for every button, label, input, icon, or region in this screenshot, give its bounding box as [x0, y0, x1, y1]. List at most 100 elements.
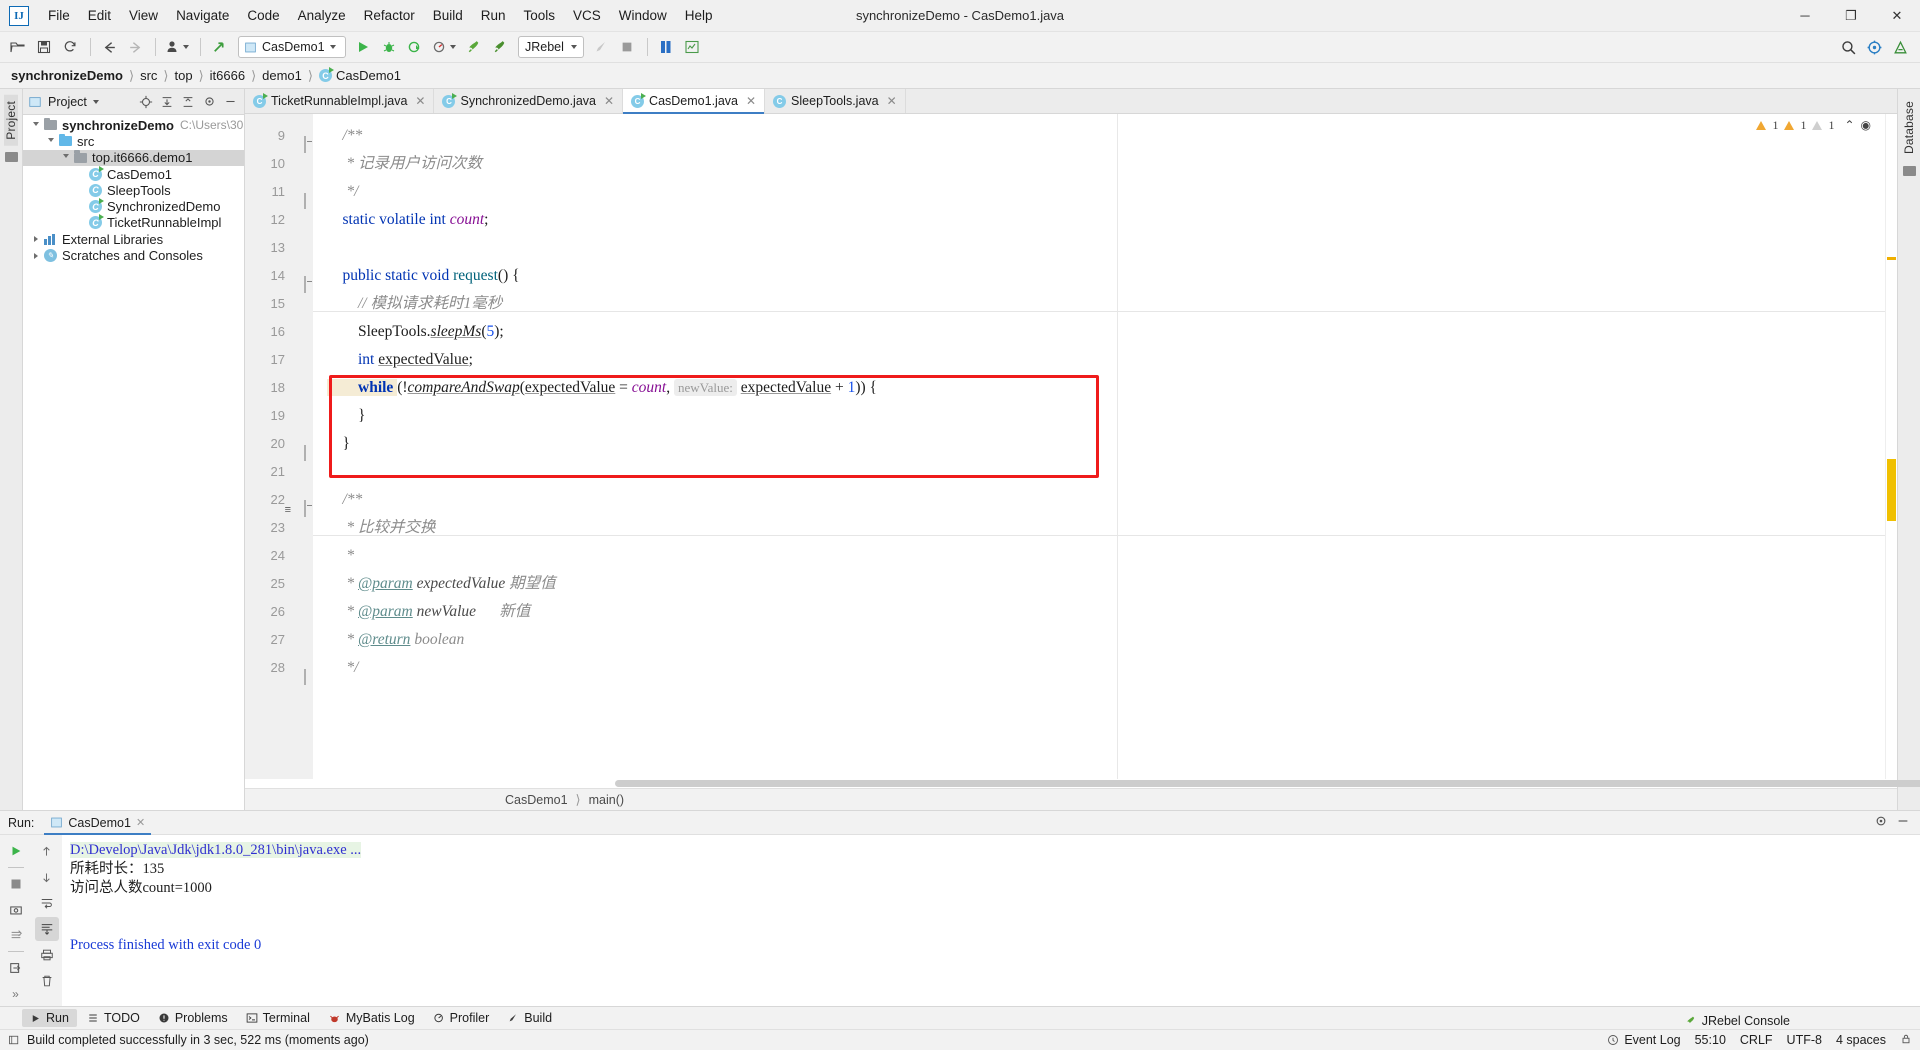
fold-icon-2[interactable]	[296, 271, 306, 293]
tree-item-package[interactable]: top.it6666.demo1	[23, 149, 244, 166]
run-configuration-selector[interactable]: CasDemo1	[238, 36, 346, 58]
sync-icon[interactable]	[58, 35, 82, 59]
tree-item-SynchronizedDemo[interactable]: C SynchronizedDemo	[23, 198, 244, 214]
stripe-marker-warning[interactable]	[1887, 257, 1896, 260]
close-icon-4[interactable]: ✕	[887, 94, 897, 108]
menu-run[interactable]: Run	[472, 4, 515, 27]
breadcrumb-item-src[interactable]: src	[137, 68, 160, 83]
close-icon-2[interactable]: ✕	[604, 94, 614, 108]
database-icon[interactable]	[654, 35, 678, 59]
tool-window-profiler[interactable]: Profiler	[425, 1009, 498, 1027]
indent-setting[interactable]: 4 spaces	[1836, 1033, 1886, 1047]
profile-run-icon[interactable]	[429, 35, 459, 59]
expand-all-icon[interactable]	[158, 93, 176, 111]
fold-end-icon[interactable]	[296, 187, 306, 209]
tree-item-TicketRunnableImpl[interactable]: C TicketRunnableImpl	[23, 214, 244, 231]
run-icon[interactable]	[351, 35, 375, 59]
tree-item-CasDemo1[interactable]: C CasDemo1	[23, 165, 244, 182]
tool-window-todo[interactable]: TODO	[79, 1009, 148, 1027]
tab-TicketRunnableImpl[interactable]: C TicketRunnableImpl.java ✕	[245, 89, 435, 113]
jrebel-run-icon[interactable]	[461, 35, 485, 59]
code-editor[interactable]: /** * 记录用户访问次数 */ static volatile int co…	[313, 114, 1885, 779]
console-output[interactable]: D:\Develop\Java\Jdk\jdk1.8.0_281\bin\jav…	[62, 835, 1920, 1006]
down-icon[interactable]	[35, 865, 59, 889]
tab-SleepTools[interactable]: C SleepTools.java ✕	[765, 89, 906, 113]
line-separator[interactable]: CRLF	[1740, 1033, 1773, 1047]
maximize-button[interactable]: ❐	[1828, 0, 1874, 32]
search-icon[interactable]	[1836, 35, 1860, 59]
settings-gear-icon[interactable]	[200, 93, 218, 111]
tree-item-SleepTools[interactable]: C SleepTools	[23, 182, 244, 198]
fold-icon-3[interactable]	[296, 495, 306, 517]
menu-build[interactable]: Build	[424, 4, 472, 27]
tree-item-synchronizeDemo[interactable]: synchronizeDemo C:\Users\30315\Dow	[23, 117, 244, 133]
print-icon[interactable]	[35, 943, 59, 967]
update-project-icon[interactable]	[207, 35, 231, 59]
locate-icon[interactable]	[137, 93, 155, 111]
profile-icon[interactable]	[162, 35, 192, 59]
breadcrumb-item-project[interactable]: synchronizeDemo	[8, 68, 126, 83]
build-icon[interactable]	[589, 35, 613, 59]
analyze-chart-icon[interactable]	[680, 35, 704, 59]
clear-all-icon[interactable]	[35, 969, 59, 993]
hide-panel-icon-run[interactable]	[1896, 814, 1910, 831]
jrebel-console-button[interactable]: JRebel Console	[1684, 1014, 1790, 1028]
close-icon-run-tab[interactable]: ✕	[136, 816, 145, 829]
tab-SynchronizedDemo[interactable]: C SynchronizedDemo.java ✕	[434, 89, 624, 113]
tool-window-problems[interactable]: Problems	[150, 1009, 236, 1027]
open-folder-icon[interactable]	[6, 35, 30, 59]
file-encoding[interactable]: UTF-8	[1787, 1033, 1822, 1047]
close-button[interactable]: ✕	[1874, 0, 1920, 32]
hide-panel-icon[interactable]	[221, 93, 239, 111]
expand-chevron-icon[interactable]	[29, 121, 43, 129]
fold-end-icon-3[interactable]	[296, 663, 306, 685]
tree-item-external-libraries[interactable]: External Libraries	[23, 231, 244, 247]
collapse-all-icon[interactable]	[179, 93, 197, 111]
tree-item-scratches[interactable]: ✎ Scratches and Consoles	[23, 247, 244, 263]
editor-gutter[interactable]: 9 10 11 12 13 14 15 16 17 18 19 20 21 22…	[245, 114, 313, 779]
caret-position[interactable]: 55:10	[1695, 1033, 1726, 1047]
event-log-button[interactable]: Event Log	[1607, 1033, 1681, 1047]
up-icon[interactable]	[35, 839, 59, 863]
scrollbar-thumb[interactable]	[615, 780, 1920, 787]
menu-code[interactable]: Code	[238, 4, 288, 27]
run-with-coverage-icon[interactable]	[403, 35, 427, 59]
notifications-icon[interactable]	[1888, 35, 1912, 59]
thread-dump-icon[interactable]	[4, 923, 28, 947]
close-icon[interactable]: ✕	[415, 94, 425, 108]
fold-icon[interactable]	[296, 131, 306, 153]
inspection-widget[interactable]: 1 1 1 ⌃ ◉	[1756, 118, 1871, 133]
collapse-chevron-icon-2[interactable]	[29, 252, 43, 259]
menu-view[interactable]: View	[120, 4, 167, 27]
back-icon[interactable]	[97, 35, 121, 59]
breadcrumb-class[interactable]: CasDemo1	[505, 793, 568, 807]
screenshot-icon[interactable]	[4, 898, 28, 922]
menu-tools[interactable]: Tools	[515, 4, 565, 27]
tab-CasDemo1[interactable]: C CasDemo1.java ✕	[623, 89, 766, 114]
forward-icon[interactable]	[123, 35, 147, 59]
chevron-up-icon[interactable]: ⌃	[1844, 118, 1854, 133]
error-stripe-marker-bar[interactable]	[1885, 114, 1897, 779]
expand-chevron-icon-2[interactable]	[44, 137, 58, 145]
tool-window-mybatis-log[interactable]: MyBatis Log	[320, 1009, 423, 1027]
menu-file[interactable]: File	[39, 4, 79, 27]
more-icon[interactable]: »	[4, 982, 28, 1006]
settings-gear-icon-run[interactable]	[1874, 814, 1888, 831]
lock-icon[interactable]	[1900, 1033, 1912, 1048]
editor-horizontal-scrollbar[interactable]	[245, 779, 1920, 788]
menu-help[interactable]: Help	[676, 4, 722, 27]
menu-navigate[interactable]: Navigate	[167, 4, 238, 27]
tree-item-src[interactable]: src	[23, 133, 244, 149]
tool-window-terminal[interactable]: Terminal	[238, 1009, 318, 1027]
save-all-icon[interactable]	[32, 35, 56, 59]
jrebel-debug-icon[interactable]	[487, 35, 511, 59]
chevron-down-icon-project[interactable]	[92, 99, 99, 104]
jrebel-selector[interactable]: JRebel	[518, 36, 584, 58]
gear-icon[interactable]	[1862, 35, 1886, 59]
fold-end-icon-2[interactable]	[296, 439, 306, 461]
breadcrumb-method[interactable]: main()	[589, 793, 624, 807]
hector-icon[interactable]: ◉	[1861, 118, 1871, 133]
breadcrumb-item-demo1[interactable]: demo1	[259, 68, 305, 83]
stripe-marker-block[interactable]	[1887, 459, 1896, 521]
minimize-button[interactable]: ─	[1782, 0, 1828, 32]
